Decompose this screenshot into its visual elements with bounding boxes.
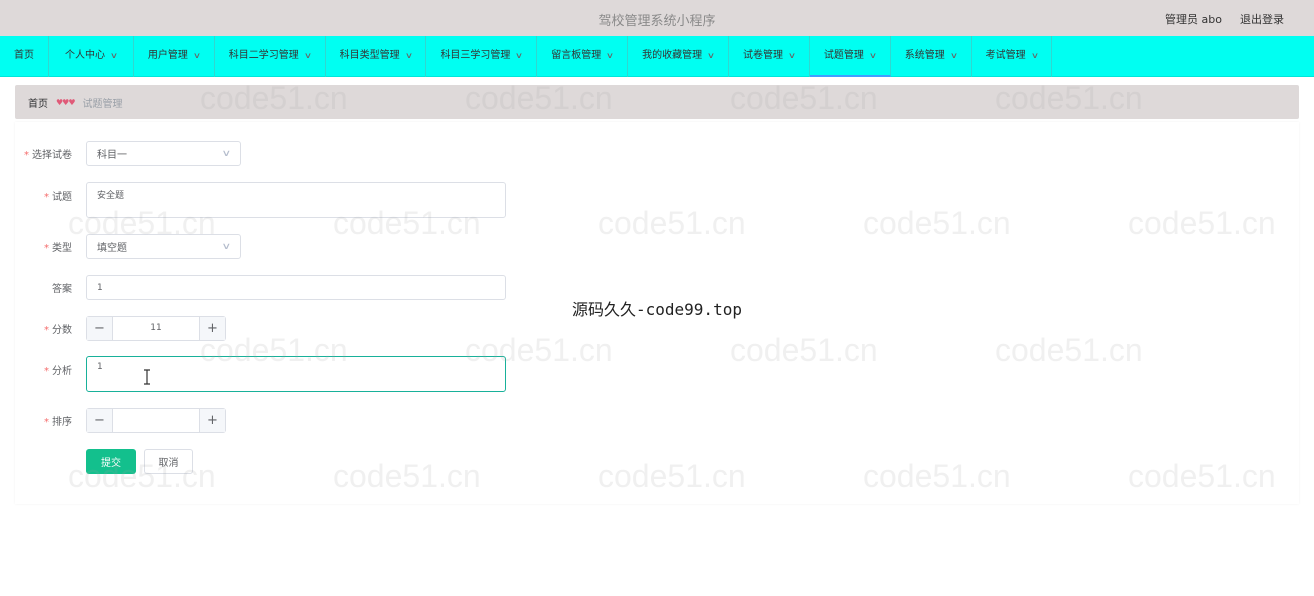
form-row-score: * 分数 − 11 + [15, 316, 226, 341]
nav-paper-management[interactable]: 试卷管理 ∨ [729, 36, 810, 77]
nav-subject-type[interactable]: 科目类型管理 ∨ [326, 36, 427, 77]
chevron-down-icon: ∨ [949, 51, 958, 60]
form-row-paper: * 选择试卷 科目一 ∨ [15, 141, 241, 166]
chevron-down-icon: ∨ [868, 51, 877, 60]
nav-personal-center[interactable]: 个人中心 ∨ [49, 36, 134, 77]
type-label: 类型 [52, 243, 72, 254]
chevron-down-icon: ∨ [221, 148, 232, 159]
chevron-down-icon: ∨ [192, 51, 201, 60]
plus-icon[interactable]: + [199, 317, 225, 340]
chevron-down-icon: ∨ [404, 51, 413, 60]
required-asterisk: * [44, 192, 49, 203]
top-header: 驾校管理系统小程序 管理员 abo 退出登录 [0, 0, 1314, 36]
sort-input[interactable] [113, 409, 199, 432]
user-area: 管理员 abo 退出登录 [1165, 11, 1284, 27]
nav-message-board[interactable]: 留言板管理 ∨ [537, 36, 629, 77]
question-label: 试题 [52, 192, 72, 203]
required-asterisk: * [44, 366, 49, 377]
nav-system-management[interactable]: 系统管理 ∨ [891, 36, 972, 77]
chevron-down-icon: ∨ [787, 51, 797, 60]
nav-subject2-study[interactable]: 科目二学习管理 ∨ [215, 36, 326, 77]
type-select[interactable]: 填空题 ∨ [86, 234, 241, 259]
form-row-question: * 试题 [15, 182, 506, 218]
breadcrumb-home[interactable]: 首页 [28, 95, 48, 110]
answer-label: 答案 [52, 284, 72, 295]
required-asterisk: * [24, 150, 29, 161]
required-asterisk: * [44, 243, 49, 254]
form-actions: 提交 取消 [86, 449, 193, 474]
chevron-down-icon: ∨ [303, 51, 312, 60]
chevron-down-icon: ∨ [109, 51, 119, 60]
answer-input[interactable]: 1 [86, 275, 506, 300]
app-title: 驾校管理系统小程序 [598, 14, 716, 29]
chevron-down-icon: ∨ [515, 51, 524, 60]
chevron-down-icon: ∨ [221, 241, 232, 252]
form-row-sort: * 排序 − + [15, 408, 226, 433]
analysis-label: 分析 [52, 366, 72, 377]
logout-link[interactable]: 退出登录 [1240, 11, 1284, 27]
cancel-button[interactable]: 取消 [144, 449, 193, 474]
nav-subject3-study[interactable]: 科目三学习管理 ∨ [426, 36, 538, 77]
paper-label: 选择试卷 [32, 150, 72, 161]
sort-stepper: − + [86, 408, 226, 433]
form-row-analysis: * 分析 [15, 356, 506, 392]
nav-question-management[interactable]: 试题管理 ∨ [809, 36, 891, 77]
plus-icon[interactable]: + [199, 409, 225, 432]
form-row-answer: 答案 1 [15, 275, 506, 300]
form-row-type: * 类型 填空题 ∨ [15, 234, 241, 259]
breadcrumb-current: 试题管理 [82, 98, 123, 110]
minus-icon[interactable]: − [87, 317, 113, 340]
nav-my-favorites[interactable]: 我的收藏管理 ∨ [628, 36, 730, 77]
chevron-down-icon: ∨ [1030, 51, 1039, 60]
text-cursor-icon [144, 369, 150, 385]
nav-user-management[interactable]: 用户管理 ∨ [134, 36, 215, 77]
breadcrumb: 首页 ♥♥♥ 试题管理 [15, 85, 1299, 119]
nav-exam-management[interactable]: 考试管理 ∨ [972, 36, 1053, 77]
score-label: 分数 [52, 325, 72, 336]
breadcrumb-separator-icon: ♥♥♥ [56, 97, 75, 107]
score-stepper: − 11 + [86, 316, 226, 341]
sort-label: 排序 [52, 417, 72, 428]
minus-icon[interactable]: − [87, 409, 113, 432]
paper-select-value: 科目一 [97, 150, 127, 161]
main-nav: 首页 个人中心 ∨ 用户管理 ∨ 科目二学习管理 ∨ 科目类型管理 ∨ 科目三学习管理 ∨… [0, 36, 1314, 77]
required-asterisk: * [44, 325, 49, 336]
type-select-value: 填空题 [97, 243, 127, 254]
paper-select[interactable]: 科目一 ∨ [86, 141, 241, 166]
nav-home[interactable]: 首页 [0, 36, 49, 77]
score-input[interactable]: 11 [113, 317, 199, 340]
question-textarea[interactable] [86, 182, 506, 218]
chevron-down-icon: ∨ [706, 51, 716, 60]
required-asterisk: * [44, 417, 49, 428]
overlay-source-text: 源码久久-code99.top [572, 300, 742, 319]
user-role-name: 管理员 abo [1165, 13, 1222, 26]
submit-button[interactable]: 提交 [86, 449, 136, 474]
chevron-down-icon: ∨ [606, 51, 615, 60]
